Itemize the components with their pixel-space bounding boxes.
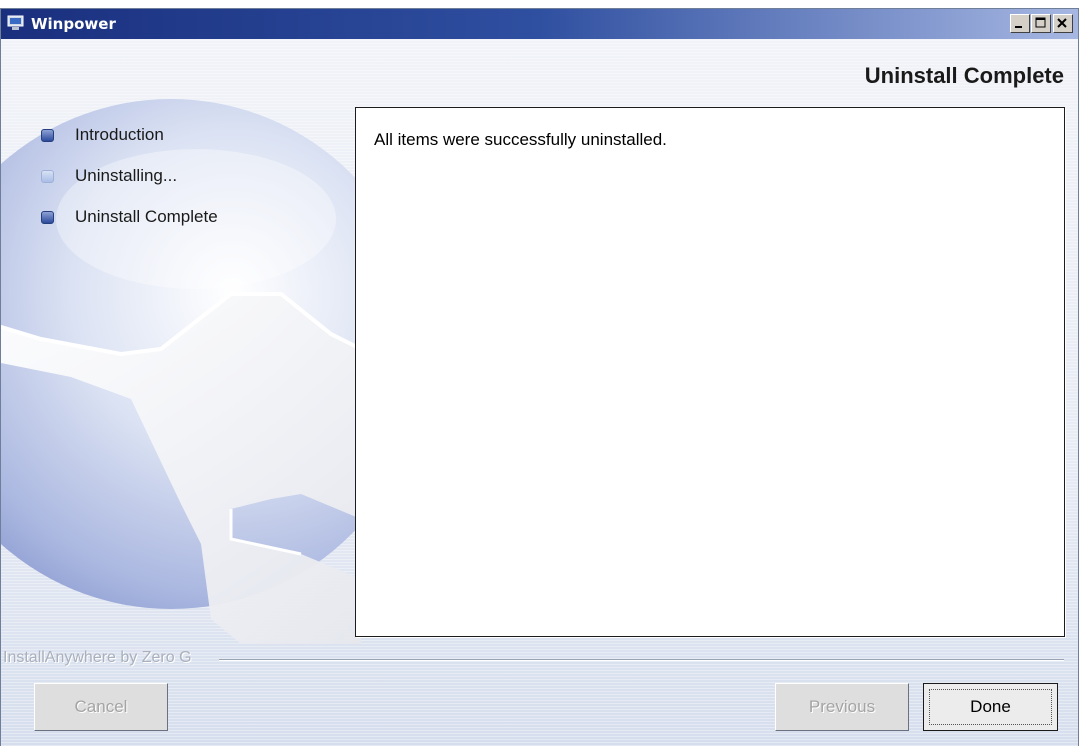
page-title: Uninstall Complete [864,63,1064,88]
clipped-text-above-window [0,0,1079,8]
minimize-button[interactable] [1010,14,1030,33]
step-label: Uninstalling... [75,166,178,185]
done-button[interactable]: Done [923,683,1058,731]
step-bullet-icon [41,211,54,224]
maximize-button[interactable] [1031,14,1051,33]
minimize-icon [1015,26,1022,28]
app-icon [7,15,24,30]
cancel-button[interactable]: Cancel [34,683,168,731]
cancel-button-label: Cancel [74,697,128,716]
previous-button[interactable]: Previous [775,683,909,731]
installer-window: Winpower Uninstall Complete Introduction… [0,8,1079,746]
step-bullet-icon [41,129,54,142]
maximize-icon [1035,17,1046,28]
close-icon [1057,18,1067,28]
installer-brand: InstallAnywhere by Zero G [3,649,192,666]
footer-divider [219,659,1064,661]
previous-button-label: Previous [808,697,876,716]
focus-rectangle [929,689,1052,725]
installer-graphic [1,99,361,644]
window-title: Winpower [31,15,116,33]
status-message: All items were successfully uninstalled. [374,130,667,149]
content-panel: All items were successfully uninstalled. [355,107,1065,637]
title-bar[interactable]: Winpower [1,9,1078,39]
step-label: Introduction [75,125,164,144]
step-label: Uninstall Complete [75,207,218,226]
step-bullet-icon [41,170,54,183]
close-button[interactable] [1053,14,1073,33]
